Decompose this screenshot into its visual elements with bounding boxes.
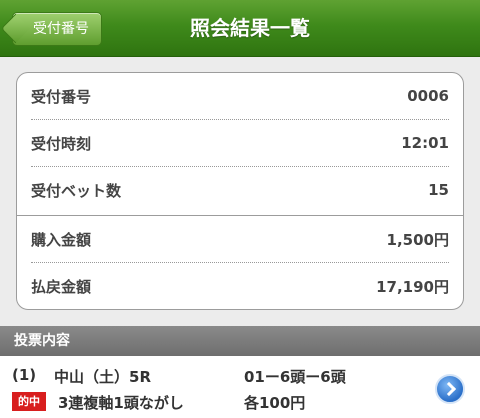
summary-value: 12:01 — [401, 134, 449, 152]
page-title: 照会結果一覧 — [190, 16, 310, 40]
chevron-right-icon[interactable] — [435, 374, 465, 404]
summary-row-payout-amount: 払戻金額 17,190円 — [31, 263, 449, 309]
summary-value: 17,190円 — [376, 277, 449, 296]
summary-value: 1,500円 — [386, 230, 449, 249]
summary-label: 受付ベット数 — [31, 181, 122, 200]
bet-list-item[interactable]: (1) 中山（土）5R 01ー6頭ー6頭 的中 3連複軸1頭ながし 各100円 — [0, 356, 480, 418]
bet-numbers: 01ー6頭ー6頭 — [244, 368, 346, 386]
summary-label: 払戻金額 — [31, 277, 92, 296]
summary-label: 購入金額 — [31, 230, 92, 249]
section-header-bet-contents: 投票内容 — [0, 326, 480, 356]
header-bar: 受付番号 照会結果一覧 — [0, 0, 480, 57]
bet-race: 中山（土）5R — [54, 368, 151, 386]
summary-label: 受付番号 — [31, 87, 92, 106]
summary-row-bet-count: 受付ベット数 15 — [31, 167, 449, 213]
summary-row-purchase-amount: 購入金額 1,500円 — [31, 216, 449, 263]
summary-row-receipt-number: 受付番号 0006 — [31, 73, 449, 120]
summary-label: 受付時刻 — [31, 134, 92, 153]
bet-index: (1) — [12, 366, 37, 384]
bet-type: 3連複軸1頭ながし — [58, 394, 184, 412]
bet-amount: 各100円 — [244, 394, 306, 412]
summary-row-receipt-time: 受付時刻 12:01 — [31, 120, 449, 167]
summary-value: 0006 — [407, 87, 449, 105]
summary-panel: 受付番号 0006 受付時刻 12:01 受付ベット数 15 購入金額 1,50… — [16, 72, 464, 310]
hit-badge: 的中 — [12, 392, 46, 411]
summary-value: 15 — [428, 181, 449, 199]
